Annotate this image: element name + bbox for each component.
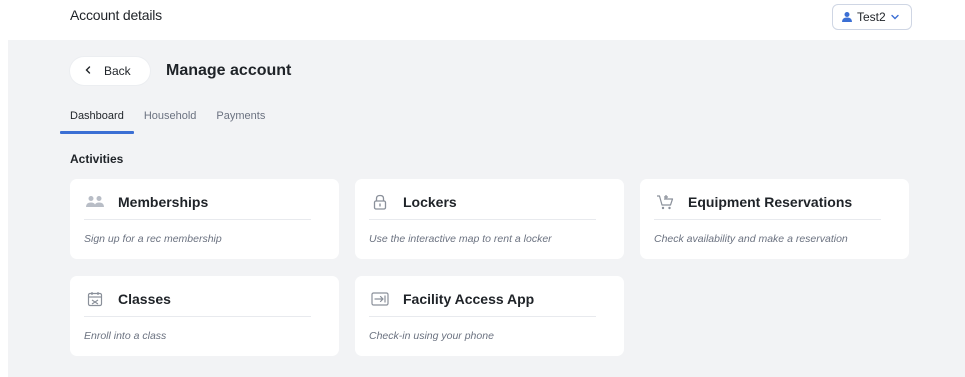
page-title: Manage account <box>166 62 292 79</box>
card-title: Classes <box>118 291 171 307</box>
divider <box>654 219 881 220</box>
app-title: Account details <box>70 7 162 23</box>
divider <box>84 316 311 317</box>
tab-dashboard[interactable]: Dashboard <box>60 108 134 134</box>
card-description: Check-in using your phone <box>369 330 494 342</box>
top-bar: Account details Test2 <box>0 0 965 40</box>
tab-household[interactable]: Household <box>144 108 197 132</box>
back-label: Back <box>104 64 131 78</box>
memberships-card[interactable]: Memberships Sign up for a rec membership <box>70 179 339 259</box>
cart-icon <box>654 193 676 211</box>
equipment-reservations-card[interactable]: Equipment Reservations Check availabilit… <box>640 179 909 259</box>
classes-card[interactable]: Classes Enroll into a class <box>70 276 339 356</box>
user-menu-button[interactable]: Test2 <box>832 4 912 30</box>
activities-heading: Activities <box>70 152 124 166</box>
card-description: Sign up for a rec membership <box>84 233 222 245</box>
main-content: Back Manage account Dashboard Household … <box>8 40 965 377</box>
divider <box>369 316 596 317</box>
facility-access-app-card[interactable]: Facility Access App Check-in using your … <box>355 276 624 356</box>
card-title: Equipment Reservations <box>688 194 853 210</box>
divider <box>369 219 596 220</box>
lockers-card[interactable]: Lockers Use the interactive map to rent … <box>355 179 624 259</box>
back-button[interactable]: Back <box>70 57 150 85</box>
card-title: Memberships <box>118 194 209 210</box>
user-name: Test2 <box>857 10 886 24</box>
card-description: Check availability and make a reservatio… <box>654 233 848 245</box>
chevron-down-icon <box>890 12 900 22</box>
divider <box>84 219 311 220</box>
user-icon <box>841 11 853 23</box>
login-icon <box>369 290 391 308</box>
chevron-left-icon <box>84 64 92 78</box>
tab-payments[interactable]: Payments <box>216 108 265 132</box>
card-description: Use the interactive map to rent a locker <box>369 233 552 245</box>
lock-icon <box>369 193 391 211</box>
card-title: Facility Access App <box>403 291 535 307</box>
calendar-icon <box>84 290 106 308</box>
card-description: Enroll into a class <box>84 330 167 342</box>
card-title: Lockers <box>403 194 457 210</box>
tab-bar: Dashboard Household Payments <box>60 108 285 134</box>
people-icon <box>84 193 106 211</box>
